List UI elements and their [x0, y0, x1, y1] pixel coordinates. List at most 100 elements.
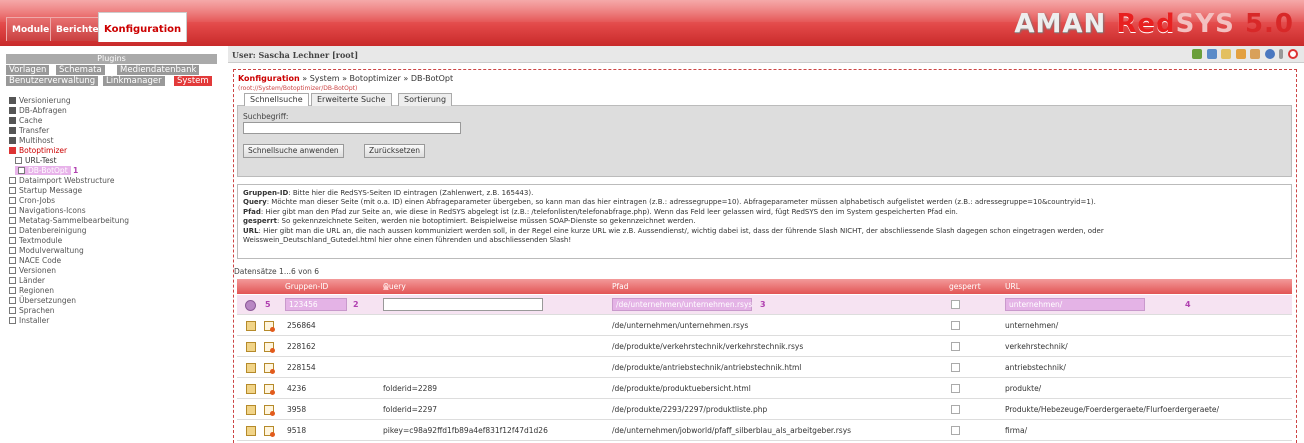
pfad-field[interactable]: /de/unternehmen/unternehmen.rsys — [612, 298, 752, 311]
breadcrumb-db-botopt: DB-BotOpt — [410, 74, 454, 83]
gesperrt-checkbox[interactable] — [951, 363, 960, 372]
annotation-badge: 1 — [73, 166, 79, 175]
page-icon — [9, 177, 16, 184]
tab-berichte[interactable]: Berichte — [50, 17, 105, 41]
tab-system[interactable]: System — [174, 76, 213, 86]
delete-icon[interactable] — [264, 426, 275, 437]
gesperrt-checkbox[interactable] — [951, 321, 960, 330]
tab-linkmanager[interactable]: Linkmanager — [103, 76, 166, 86]
page-icon — [9, 197, 16, 204]
system-tree: Versionierung DB-Abfragen Cache Transfer… — [9, 96, 224, 426]
gesperrt-checkbox[interactable] — [951, 405, 960, 414]
page-icon — [9, 217, 16, 224]
page-icon — [18, 167, 25, 174]
expand-icon — [9, 107, 16, 114]
tab-konfiguration[interactable]: Konfiguration — [98, 12, 188, 42]
sort-asc-icon[interactable]: ▲ — [383, 279, 389, 294]
sidebar-item-cache[interactable]: Cache — [9, 116, 42, 125]
gruppen-id-field[interactable]: 123456 — [285, 298, 347, 311]
gesperrt-checkbox[interactable] — [951, 342, 960, 351]
sidebar-item-sprachen[interactable]: Sprachen — [9, 306, 54, 315]
edit-icon[interactable] — [246, 384, 256, 394]
sidebar-item-modulverwaltung[interactable]: Modulverwaltung — [9, 246, 84, 255]
edit-row: 5 123456 2 /de/unternehmen/unternehmen.r… — [237, 295, 1292, 315]
delete-icon[interactable] — [264, 321, 275, 332]
sidebar-item-cron-jobs[interactable]: Cron-Jobs — [9, 196, 55, 205]
user-bar: User: Sascha Lechner [root] — [228, 46, 1304, 63]
sidebar-item-multihost[interactable]: Multihost — [9, 136, 54, 145]
delete-icon[interactable] — [264, 363, 275, 374]
sidebar-item-versionierung[interactable]: Versionierung — [9, 96, 71, 105]
annotation-badge: 3 — [760, 300, 766, 309]
col-gruppen-id[interactable]: Gruppen-ID — [285, 279, 328, 294]
power-icon[interactable] — [1288, 49, 1298, 59]
sidebar-item-dataimport[interactable]: Dataimport Webstructure — [9, 176, 114, 185]
url-field[interactable]: unternehmen/ — [1005, 298, 1145, 311]
page-icon — [15, 157, 22, 164]
tab-module[interactable]: Module — [6, 17, 56, 41]
edit-icon[interactable] — [246, 321, 256, 331]
page-icon — [9, 297, 16, 304]
top-bar: Module Berichte Konfiguration AMAN RedSY… — [0, 0, 1304, 46]
sidebar-item-db-botopt[interactable]: DB-BotOpt 1 — [15, 166, 78, 175]
tab-sortierung[interactable]: Sortierung — [398, 93, 453, 106]
tab-schemata[interactable]: Schemata — [56, 65, 106, 75]
delete-icon[interactable] — [264, 384, 275, 395]
breadcrumb-system[interactable]: System — [310, 74, 340, 83]
search-label: Suchbegriff: — [243, 112, 289, 121]
sidebar-item-nace-code[interactable]: NACE Code — [9, 256, 61, 265]
query-field[interactable] — [383, 298, 543, 311]
breadcrumb-root[interactable]: Konfiguration — [238, 74, 300, 83]
table-row: 228154 /de/produkte/antriebstechnik/antr… — [237, 358, 1292, 378]
sidebar-item-botoptimizer[interactable]: Botoptimizer — [9, 146, 67, 155]
reset-button[interactable]: Zurücksetzen — [364, 144, 425, 158]
gesperrt-checkbox[interactable] — [951, 300, 960, 309]
sidebar-item-versionen[interactable]: Versionen — [9, 266, 56, 275]
refresh-icon[interactable] — [1192, 49, 1203, 59]
edit-icon[interactable] — [246, 342, 256, 352]
sidebar-item-metatag[interactable]: Metatag-Sammelbearbeitung — [9, 216, 129, 225]
sidebar-item-datenbereinigung[interactable]: Datenbereinigung — [9, 226, 87, 235]
plugins-header[interactable]: Plugins — [6, 54, 217, 64]
apply-search-button[interactable]: Schnellsuche anwenden — [243, 144, 344, 158]
breadcrumb-botoptimizer[interactable]: Botoptimizer — [350, 74, 401, 83]
delete-icon[interactable] — [264, 405, 275, 416]
folder-icon[interactable] — [1221, 49, 1232, 59]
table-header: Gruppen-ID Query ▲ Pfad gesperrt URL — [237, 279, 1292, 294]
tab-benutzerverwaltung[interactable]: Benutzerverwaltung — [6, 76, 100, 86]
sidebar-item-uebersetzungen[interactable]: Übersetzungen — [9, 296, 76, 305]
help-icon[interactable] — [1264, 49, 1275, 59]
page-icon — [9, 307, 16, 314]
separator-icon — [1279, 49, 1284, 59]
tab-schnellsuche[interactable]: Schnellsuche — [244, 93, 309, 106]
sidebar-item-textmodule[interactable]: Textmodule — [9, 236, 62, 245]
edit-icon[interactable] — [246, 405, 256, 415]
col-pfad[interactable]: Pfad — [612, 279, 629, 294]
delete-icon[interactable] — [264, 342, 275, 353]
col-url[interactable]: URL — [1005, 279, 1020, 294]
info-icon[interactable] — [1206, 49, 1217, 59]
sidebar-item-url-test[interactable]: URL-Test — [15, 156, 57, 165]
gesperrt-checkbox[interactable] — [951, 426, 960, 435]
col-gesperrt[interactable]: gesperrt — [949, 279, 981, 294]
edit-icon[interactable] — [246, 363, 256, 373]
toolbar-icons — [1190, 49, 1298, 60]
sidebar-item-navigations-icons[interactable]: Navigations-Icons — [9, 206, 86, 215]
tab-erweiterte-suche[interactable]: Erweiterte Suche — [311, 93, 392, 106]
search-input[interactable] — [243, 122, 461, 134]
sidebar-item-regionen[interactable]: Regionen — [9, 286, 54, 295]
gesperrt-checkbox[interactable] — [951, 384, 960, 393]
sidebar-item-installer[interactable]: Installer — [9, 316, 49, 325]
sidebar-item-startup-message[interactable]: Startup Message — [9, 186, 82, 195]
sidebar-item-db-abfragen[interactable]: DB-Abfragen — [9, 106, 67, 115]
sidebar-item-transfer[interactable]: Transfer — [9, 126, 49, 135]
search-panel: Schnellsuche Erweiterte Suche Sortierung… — [237, 93, 1292, 177]
sidebar-item-laender[interactable]: Länder — [9, 276, 45, 285]
collapse-icon — [9, 147, 16, 154]
edit-icon[interactable] — [1235, 49, 1246, 59]
save-icon[interactable] — [245, 300, 256, 311]
tab-mediendatenbank[interactable]: Mediendatenbank — [117, 65, 201, 75]
tab-vorlagen[interactable]: Vorlagen — [6, 65, 51, 75]
export-icon[interactable] — [1250, 49, 1261, 59]
edit-icon[interactable] — [246, 426, 256, 436]
